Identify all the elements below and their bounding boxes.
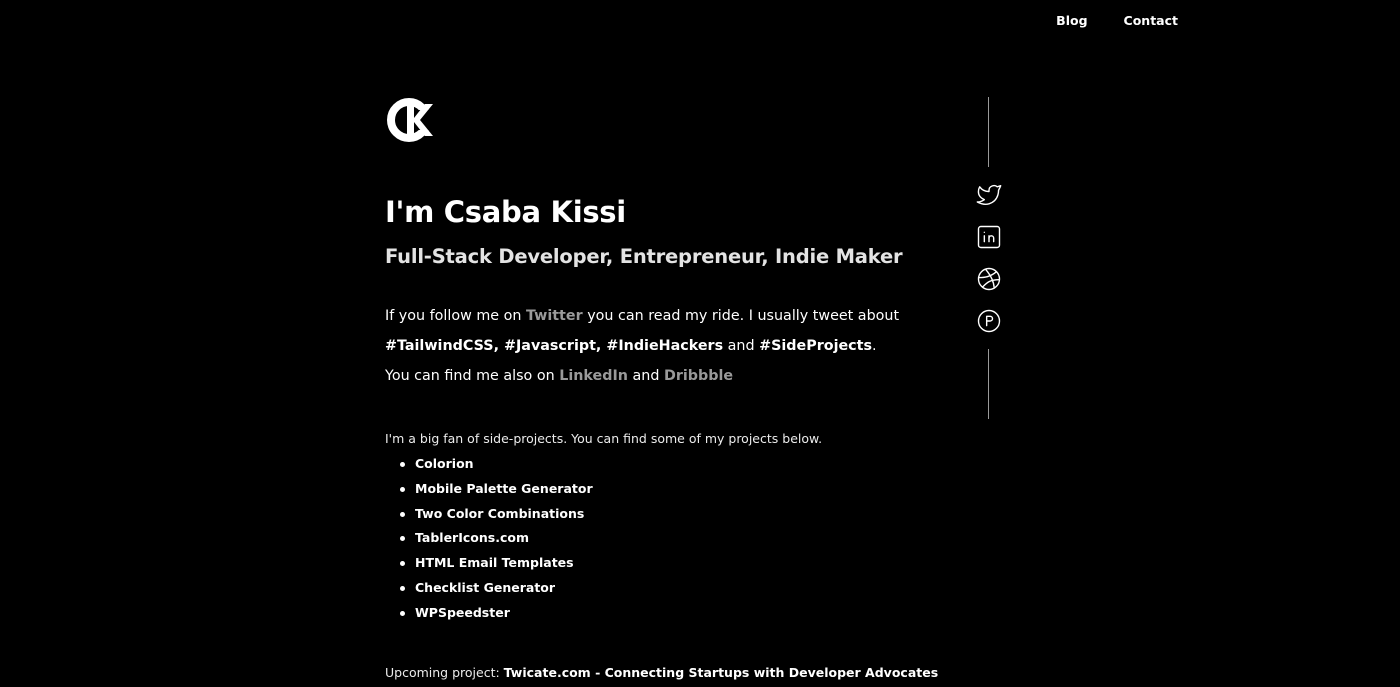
intro-text: . — [872, 338, 877, 354]
upcoming-label: Upcoming project: — [385, 664, 504, 680]
hashtag: #SideProjects — [759, 338, 872, 354]
twitter-icon[interactable] — [975, 181, 1003, 209]
hashtag: #TailwindCSS — [385, 338, 494, 354]
hashtag: #IndieHackers — [606, 338, 724, 354]
producthunt-icon[interactable] — [975, 307, 1003, 335]
ck-logo-icon[interactable] — [385, 96, 433, 144]
page-subtitle: Full-Stack Developer, Entrepreneur, Indi… — [385, 245, 903, 268]
projects-list: Colorion Mobile Palette Generator Two Co… — [385, 452, 593, 626]
intro-text: and — [723, 338, 760, 354]
project-item[interactable]: Colorion — [400, 452, 593, 477]
intro-text: you can read my ride. I usually tweet ab… — [582, 308, 900, 324]
project-item[interactable]: TablerIcons.com — [400, 526, 593, 551]
twitter-link[interactable]: Twitter — [526, 308, 583, 324]
intro-text: and — [627, 368, 664, 384]
intro-paragraph: If you follow me on Twitter you can read… — [385, 301, 905, 391]
projects-intro: I'm a big fan of side-projects. You can … — [385, 430, 823, 446]
intro-text: You can find me also on — [385, 368, 560, 384]
nav-blog-link[interactable]: Blog — [1056, 12, 1087, 30]
hashtag: #Javascript — [504, 338, 596, 354]
project-item[interactable]: Checklist Generator — [400, 576, 593, 601]
social-rail — [975, 97, 1003, 419]
project-item[interactable]: Two Color Combinations — [400, 502, 593, 527]
upcoming-project-link[interactable]: Twicate.com - Connecting Startups with D… — [504, 665, 939, 680]
main-content: I'm Csaba Kissi Full-Stack Developer, En… — [385, 96, 938, 680]
rail-divider-bottom — [988, 349, 989, 419]
page-title: I'm Csaba Kissi — [385, 195, 626, 229]
nav-contact-link[interactable]: Contact — [1124, 12, 1178, 30]
project-item[interactable]: WPSpeedster — [400, 601, 593, 626]
dribbble-link[interactable]: Dribbble — [664, 368, 733, 384]
page: Blog Contact I'm Csaba Kissi Full-Stack … — [0, 0, 1400, 687]
dribbble-icon[interactable] — [975, 265, 1003, 293]
project-item[interactable]: HTML Email Templates — [400, 551, 593, 576]
intro-text: If you follow me on — [385, 308, 526, 324]
intro-line-3: You can find me also on LinkedIn and Dri… — [385, 361, 905, 391]
intro-line-2: #TailwindCSS, #Javascript, #IndieHackers… — [385, 331, 905, 361]
separator: , — [493, 338, 504, 354]
intro-line-1: If you follow me on Twitter you can read… — [385, 301, 905, 331]
rail-divider-top — [988, 97, 989, 167]
linkedin-link[interactable]: LinkedIn — [559, 368, 628, 384]
upcoming-project: Upcoming project: Twicate.com - Connecti… — [385, 664, 938, 682]
linkedin-icon[interactable] — [975, 223, 1003, 251]
separator: , — [595, 338, 607, 354]
project-item[interactable]: Mobile Palette Generator — [400, 477, 593, 502]
top-nav: Blog Contact — [1056, 12, 1178, 30]
